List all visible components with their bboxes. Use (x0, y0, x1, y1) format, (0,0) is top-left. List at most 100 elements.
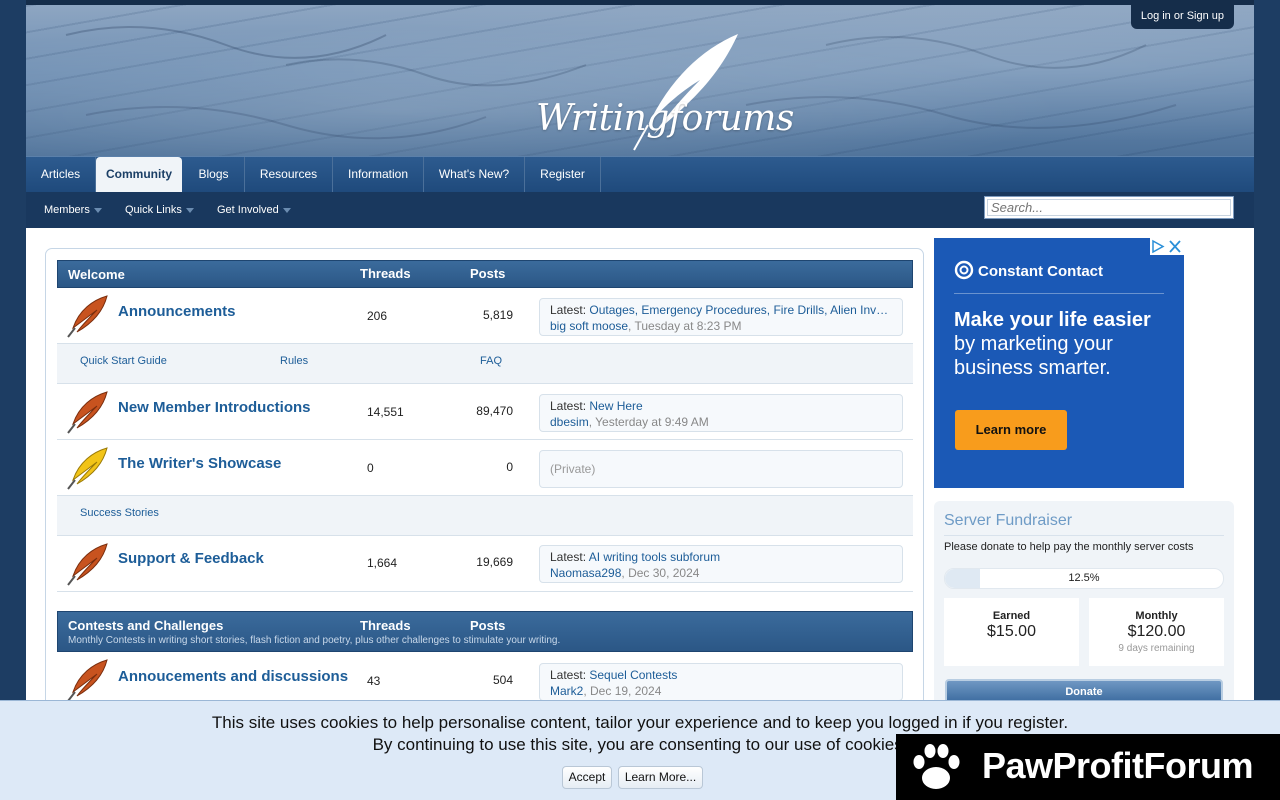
ad-headline: Make your life easier by marketing your … (954, 308, 1174, 380)
latest-post-box: Latest: Sequel Contests Mark2, Dec 19, 2… (539, 663, 903, 701)
subnav-get-involved[interactable]: Get Involved (217, 192, 291, 228)
tab-blogs[interactable]: Blogs (183, 157, 245, 193)
latest-time: Dec 19, 2024 (590, 684, 662, 698)
fundraiser-title: Server Fundraiser (944, 512, 1073, 529)
chevron-down-icon (93, 207, 102, 213)
latest-thread-link[interactable]: AI writing tools subforum (589, 550, 720, 564)
latest-user-link[interactable]: big soft moose (550, 319, 628, 333)
sidebar-advertisement[interactable]: Constant Contact Make your life easier b… (934, 238, 1184, 488)
posts-count: 504 (492, 673, 513, 687)
forum-title-link[interactable]: Announcements (118, 303, 236, 320)
main-navigation: Articles Community Blogs Resources Infor… (26, 156, 1254, 194)
site-logo[interactable]: Writingforums (530, 30, 794, 156)
latest-thread-link[interactable]: Outages, Emergency Procedures, Fire Dril… (589, 303, 888, 317)
monthly-value: $120.00 (1127, 623, 1186, 640)
chevron-down-icon (185, 207, 194, 213)
tab-register[interactable]: Register (525, 157, 601, 193)
forum-quill-icon (67, 295, 108, 338)
forum-title-link[interactable]: Support & Feedback (118, 550, 264, 567)
subnav-members[interactable]: Members (44, 192, 102, 228)
logo-text: Writingforums (536, 98, 794, 139)
latest-post-box: (Private) (539, 450, 903, 488)
forum-title-link[interactable]: The Writer's Showcase (118, 455, 281, 472)
search-input[interactable] (987, 199, 1231, 216)
subforum-row: Success Stories (57, 496, 913, 536)
server-fundraiser-widget: Server Fundraiser Please donate to help … (934, 501, 1234, 711)
fundraiser-progress-percent: 12.5% (1068, 572, 1100, 584)
latest-label: Latest: (550, 550, 587, 564)
days-remaining: 9 days remaining (1118, 643, 1195, 654)
forum-row-new-member-introductions: New Member Introductions 14,551 89,470 L… (57, 384, 913, 440)
latest-time: Tuesday at 8:23 PM (634, 319, 742, 333)
ad-headline-rest: by marketing your business smarter. (954, 333, 1113, 379)
tab-resources[interactable]: Resources (245, 157, 333, 193)
ad-learn-more-button[interactable]: Learn more (955, 410, 1067, 450)
tab-community[interactable]: Community (96, 157, 182, 194)
latest-user-link[interactable]: Mark2 (550, 684, 583, 698)
tab-whats-new[interactable]: What's New? (424, 157, 525, 193)
threads-count: 206 (367, 309, 388, 323)
ad-headline-bold: Make your life easier (954, 309, 1151, 331)
latest-time: Dec 30, 2024 (628, 566, 700, 580)
fundraiser-description: Please donate to help pay the monthly se… (944, 541, 1194, 553)
ad-divider (954, 293, 1164, 294)
tab-information[interactable]: Information (333, 157, 424, 193)
subnav-quick-links[interactable]: Quick Links (125, 192, 194, 228)
latest-thread-link[interactable]: Sequel Contests (589, 668, 677, 682)
fundraiser-divider (944, 535, 1224, 536)
subnav-members-label: Members (44, 204, 90, 216)
forum-quill-icon (67, 391, 108, 434)
threads-count: 0 (367, 461, 374, 475)
ad-choices-close-icon[interactable] (1150, 238, 1184, 255)
paw-print-icon (913, 744, 960, 789)
monthly-label: Monthly (1135, 610, 1178, 622)
forum-title-link[interactable]: New Member Introductions (118, 399, 311, 416)
chevron-down-icon (282, 207, 291, 213)
subforum-quick-start-guide[interactable]: Quick Start Guide (80, 355, 167, 367)
tab-articles[interactable]: Articles (26, 157, 96, 193)
latest-thread-link[interactable]: New Here (589, 399, 642, 413)
subforum-success-stories[interactable]: Success Stories (80, 507, 159, 519)
forum-quill-icon (67, 659, 108, 702)
category-header-contests: Contests and Challenges Threads Posts Mo… (57, 611, 913, 652)
subforum-rules[interactable]: Rules (280, 355, 308, 367)
category-title[interactable]: Contests and Challenges (68, 618, 223, 633)
subnav-get-involved-label: Get Involved (217, 204, 279, 216)
latest-user-link[interactable]: Naomasa298 (550, 566, 621, 580)
forum-row-writers-showcase: The Writer's Showcase 0 0 (Private) (57, 440, 913, 496)
login-signup-link[interactable]: Log in or Sign up (1130, 5, 1234, 29)
latest-label: Latest: (550, 303, 587, 317)
threads-column-header: Threads (360, 618, 411, 633)
earned-value: $15.00 (987, 623, 1036, 640)
threads-count: 43 (367, 674, 381, 688)
earned-label: Earned (992, 610, 1031, 622)
threads-count: 14,551 (367, 405, 404, 419)
subforum-faq[interactable]: FAQ (480, 355, 502, 367)
cookie-accept-button[interactable]: Accept (562, 766, 612, 789)
category-title[interactable]: Welcome (68, 267, 125, 282)
forum-quill-icon (67, 543, 108, 586)
pawprofitforum-watermark: PawProfitForum (896, 734, 1280, 800)
cookie-learn-more-button[interactable]: Learn More... (618, 766, 703, 789)
forum-title-link[interactable]: Annoucements and discussions (118, 668, 348, 685)
latest-time-sep: , (583, 684, 591, 698)
subforum-row: Quick Start Guide Rules FAQ (57, 344, 913, 384)
latest-time: Yesterday at 9:49 AM (595, 415, 709, 429)
monthly-card: Monthly $120.00 9 days remaining (1089, 598, 1224, 666)
forum-row-support-feedback: Support & Feedback 1,664 19,669 Latest: … (57, 536, 913, 592)
posts-count: 19,669 (476, 555, 513, 569)
earned-card: Earned $15.00 (944, 598, 1079, 666)
latest-user-link[interactable]: dbesim (550, 415, 589, 429)
posts-count: 0 (506, 460, 513, 474)
cookie-notice-line-1: This site uses cookies to help personali… (211, 713, 1069, 732)
latest-post-box: Latest: AI writing tools subforum Naomas… (539, 545, 903, 583)
latest-label: Latest: (550, 399, 587, 413)
forum-row-announcements: Announcements 206 5,819 Latest: Outages,… (57, 288, 913, 344)
posts-column-header: Posts (470, 618, 506, 633)
subnav-quick-links-label: Quick Links (125, 204, 182, 216)
search-box (984, 196, 1234, 219)
watermark-text: PawProfitForum (982, 745, 1254, 786)
category-header-welcome: Welcome Threads Posts (57, 260, 913, 288)
ad-choices-icon (1152, 239, 1181, 254)
category-description: Monthly Contests in writing short storie… (68, 635, 561, 646)
